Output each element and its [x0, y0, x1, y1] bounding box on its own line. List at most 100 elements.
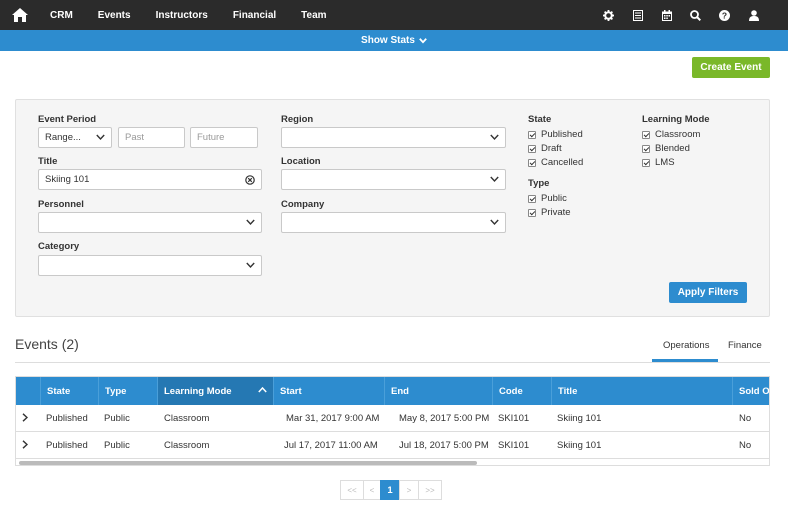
page-1-button[interactable]: 1: [380, 480, 400, 500]
checkbox-checked[interactable]: [528, 144, 536, 153]
cell-code: SKI101: [498, 439, 530, 451]
state-cancelled-checkbox[interactable]: Cancelled: [528, 157, 583, 168]
company-label: Company: [281, 199, 325, 210]
type-option-label: Private: [541, 207, 571, 218]
calendar-icon[interactable]: [652, 0, 681, 30]
mode-option-label: Blended: [655, 143, 690, 154]
svg-text:?: ?: [722, 10, 727, 20]
tabs-divider: [15, 362, 770, 363]
checkbox-checked[interactable]: [528, 158, 536, 167]
cell-state: Published: [46, 439, 88, 451]
region-label: Region: [281, 114, 314, 125]
column-header-code[interactable]: Code: [492, 377, 551, 405]
events-table: State Type Learning Mode Start End Code …: [15, 376, 770, 466]
gear-icon[interactable]: [594, 0, 623, 30]
checkbox-checked[interactable]: [642, 130, 650, 139]
active-tab-indicator: [652, 359, 718, 362]
search-icon[interactable]: [681, 0, 710, 30]
checkbox-checked[interactable]: [528, 130, 536, 139]
column-header-start[interactable]: Start: [273, 377, 384, 405]
range-value: Range...: [45, 132, 81, 143]
column-header-title[interactable]: Title: [551, 377, 732, 405]
chevron-right-icon[interactable]: [22, 440, 28, 449]
cell-start: Jul 17, 2017 11:00 AM: [284, 439, 378, 451]
nav-team[interactable]: Team: [301, 10, 326, 21]
region-select[interactable]: [281, 127, 506, 148]
nav-instructors[interactable]: Instructors: [156, 10, 208, 21]
category-select[interactable]: [38, 255, 262, 276]
cell-sold-out: No: [739, 412, 752, 424]
company-select[interactable]: [281, 212, 506, 233]
checkbox-checked[interactable]: [642, 144, 650, 153]
state-label: State: [528, 114, 552, 125]
tab-finance[interactable]: Finance: [728, 340, 762, 351]
table-header: State Type Learning Mode Start End Code …: [16, 377, 769, 405]
user-icon[interactable]: [739, 0, 768, 30]
state-option-label: Draft: [541, 143, 562, 154]
mode-option-label: Classroom: [655, 129, 701, 140]
nav-crm[interactable]: CRM: [50, 10, 73, 21]
learning-mode-label: Learning Mode: [642, 114, 710, 125]
state-option-label: Cancelled: [541, 157, 584, 168]
event-period-range-select[interactable]: Range...: [38, 127, 112, 148]
show-stats-toggle[interactable]: Show Stats: [0, 30, 788, 51]
past-input[interactable]: Past: [118, 127, 185, 148]
personnel-select[interactable]: [38, 212, 262, 233]
last-page-button[interactable]: >>: [418, 480, 442, 500]
horizontal-scrollbar[interactable]: [19, 461, 477, 465]
help-icon[interactable]: ?: [710, 0, 739, 30]
table-row[interactable]: Published Public Classroom Jul 17, 2017 …: [16, 432, 769, 459]
type-private-checkbox[interactable]: Private: [528, 207, 571, 218]
chevron-down-icon: [96, 134, 105, 141]
checkbox-checked[interactable]: [642, 158, 650, 167]
nav-events[interactable]: Events: [98, 10, 131, 21]
cell-type: Public: [104, 412, 130, 424]
cell-end: May 8, 2017 5:00 PM: [399, 412, 490, 424]
filter-panel: Event Period Range... Past Future Title …: [15, 99, 770, 317]
mode-blended-checkbox[interactable]: Blended: [642, 143, 690, 154]
pagination: << < 1 > >>: [340, 480, 442, 500]
top-navbar: CRM Events Instructors Financial Team ?: [0, 0, 788, 30]
checkbox-checked[interactable]: [528, 194, 536, 203]
mode-option-label: LMS: [655, 157, 675, 168]
title-value: Skiing 101: [45, 174, 90, 185]
state-published-checkbox[interactable]: Published: [528, 129, 583, 140]
column-header-sold-out[interactable]: Sold Out: [732, 377, 769, 405]
tab-operations[interactable]: Operations: [663, 340, 709, 351]
create-event-button[interactable]: Create Event: [692, 57, 770, 78]
type-option-label: Public: [541, 193, 567, 204]
clear-icon[interactable]: [245, 175, 255, 185]
location-select[interactable]: [281, 169, 506, 190]
title-input[interactable]: Skiing 101: [38, 169, 262, 190]
mode-lms-checkbox[interactable]: LMS: [642, 157, 675, 168]
prev-page-button[interactable]: <: [363, 480, 381, 500]
apply-filters-button[interactable]: Apply Filters: [669, 282, 747, 303]
type-public-checkbox[interactable]: Public: [528, 193, 567, 204]
location-label: Location: [281, 156, 321, 167]
state-draft-checkbox[interactable]: Draft: [528, 143, 562, 154]
personnel-label: Personnel: [38, 199, 84, 210]
column-header-learning-mode[interactable]: Learning Mode: [157, 377, 273, 405]
chevron-down-icon: [246, 262, 255, 269]
event-period-label: Event Period: [38, 114, 97, 125]
column-header-state[interactable]: State: [40, 377, 98, 405]
list-icon[interactable]: [623, 0, 652, 30]
column-header-type[interactable]: Type: [98, 377, 157, 405]
cell-learning-mode: Classroom: [164, 439, 210, 451]
nav-financial[interactable]: Financial: [233, 10, 276, 21]
cell-code: SKI101: [498, 412, 530, 424]
home-icon[interactable]: [0, 0, 40, 30]
future-input[interactable]: Future: [190, 127, 258, 148]
first-page-button[interactable]: <<: [340, 480, 364, 500]
future-placeholder: Future: [197, 132, 225, 143]
checkbox-checked[interactable]: [528, 208, 536, 217]
chevron-down-icon: [490, 134, 499, 141]
cell-start: Mar 31, 2017 9:00 AM: [286, 412, 380, 424]
cell-type: Public: [104, 439, 130, 451]
column-header-end[interactable]: End: [384, 377, 492, 405]
chevron-down-icon: [490, 176, 499, 183]
next-page-button[interactable]: >: [399, 480, 419, 500]
chevron-right-icon[interactable]: [22, 413, 28, 422]
table-row[interactable]: Published Public Classroom Mar 31, 2017 …: [16, 405, 769, 432]
mode-classroom-checkbox[interactable]: Classroom: [642, 129, 700, 140]
